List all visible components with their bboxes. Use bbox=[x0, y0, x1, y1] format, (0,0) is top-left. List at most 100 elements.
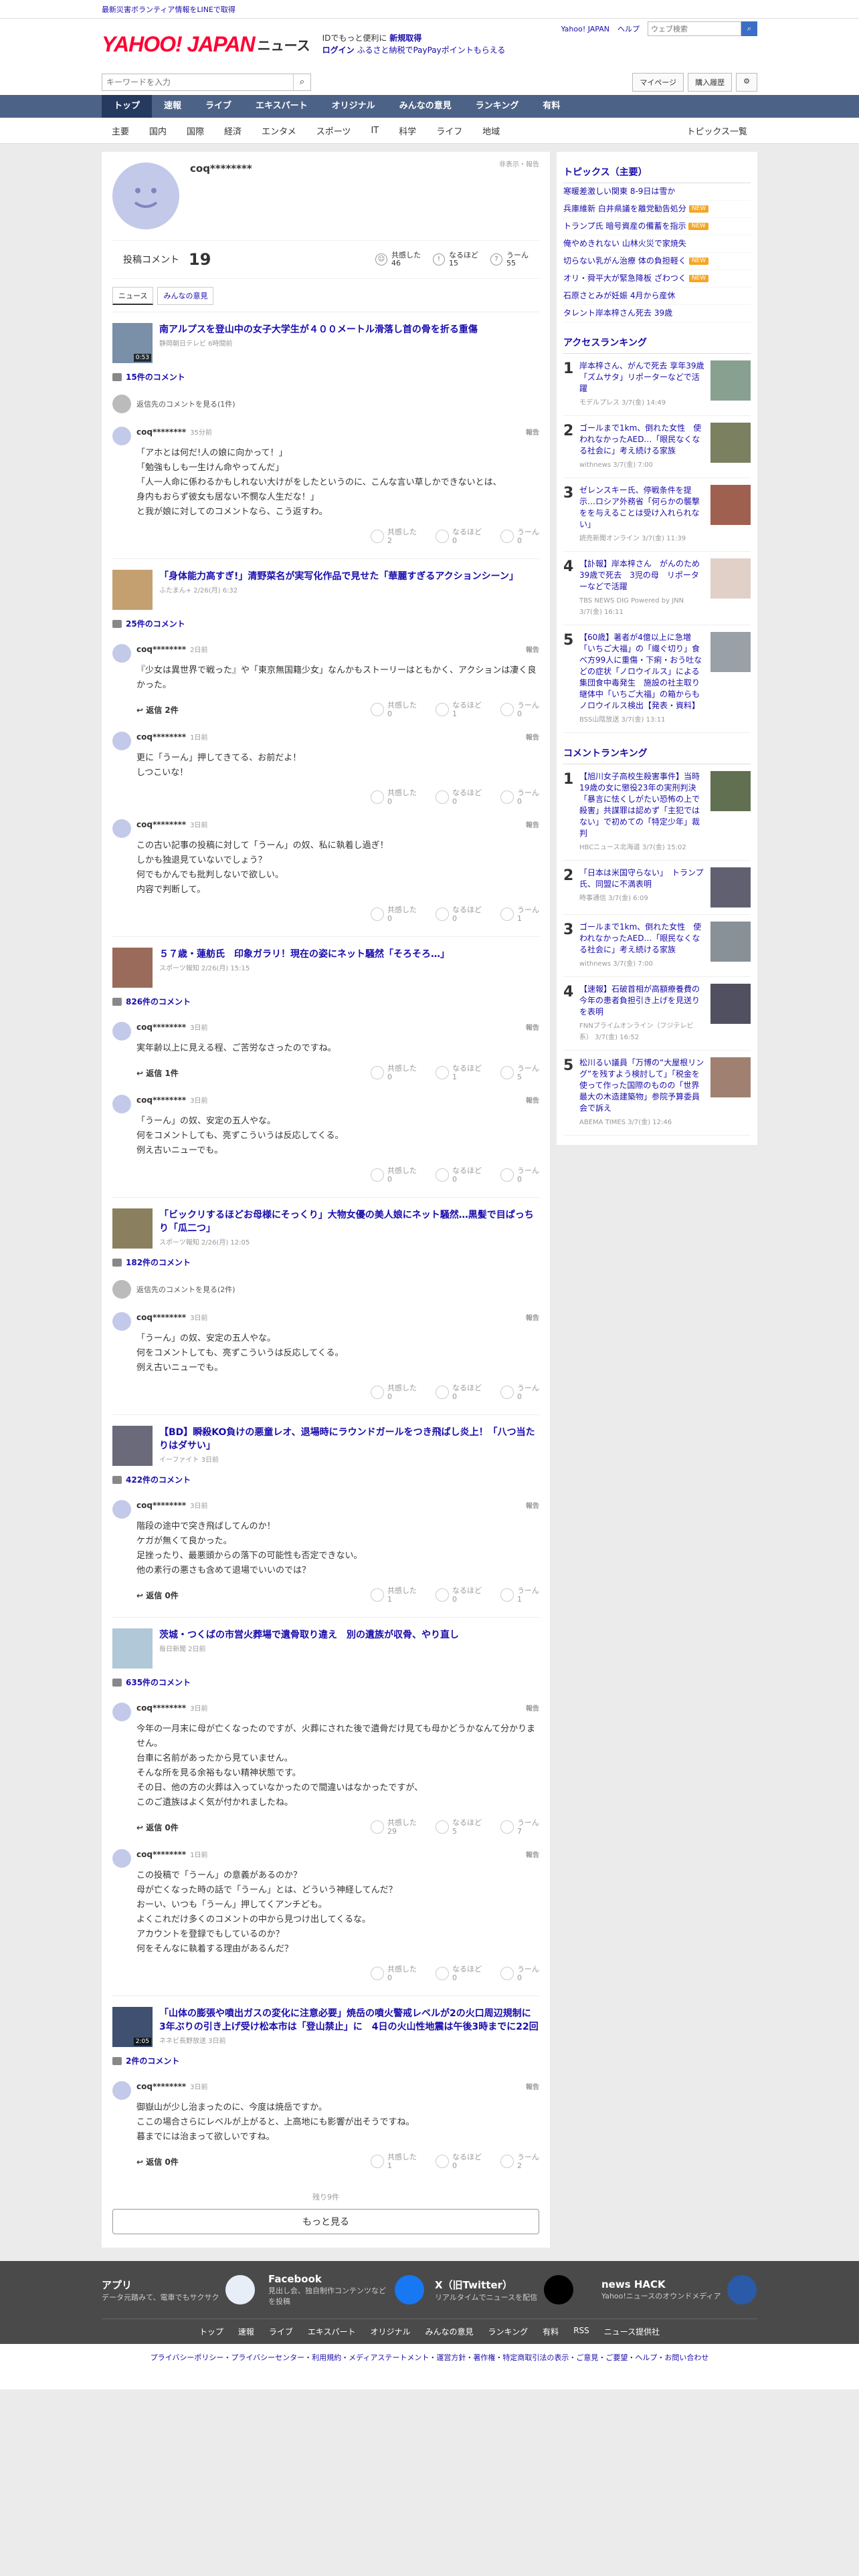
vote-button[interactable]: なるほど 5 bbox=[436, 1818, 482, 1836]
comment-count-link[interactable]: 635件のコメント bbox=[112, 1677, 539, 1688]
topic-item[interactable]: 石原さとみが妊娠 4月から産休 bbox=[563, 288, 751, 305]
footer-nav-item[interactable]: トップ bbox=[199, 2326, 223, 2337]
report-link[interactable]: 報告 bbox=[526, 1095, 539, 1105]
help-link[interactable]: ヘルプ bbox=[617, 23, 640, 34]
hide-report-link[interactable]: 非表示・報告 bbox=[499, 158, 539, 169]
footer-app-link[interactable]: news HACK Yahoo!ニュースのオウンドメディア bbox=[601, 2273, 757, 2306]
subnav-item[interactable]: ライフ bbox=[426, 124, 472, 137]
comment-ranking-item[interactable]: 2 「日本は米国守らない」 トランプ氏、同盟に不満表明 時事通信 3/7(金) 6:… bbox=[563, 861, 751, 915]
vote-button[interactable]: 共感した 0 bbox=[371, 905, 417, 923]
vote-button[interactable]: 共感した 0 bbox=[371, 1384, 417, 1401]
subnav-item[interactable]: エンタメ bbox=[252, 124, 306, 137]
vote-button[interactable]: うーん 0 bbox=[500, 1965, 539, 1982]
tab-news[interactable]: ニュース bbox=[112, 287, 154, 305]
parent-comment-link[interactable]: 返信先のコメントを見る(1件) bbox=[112, 389, 539, 419]
reply-button[interactable]: ↩ 返信 1件 bbox=[136, 1067, 179, 1079]
comment-count-link[interactable]: 15件のコメント bbox=[112, 371, 539, 383]
topic-item[interactable]: トランプ氏 暗号資産の備蓄を指示 NEW bbox=[563, 218, 751, 235]
report-link[interactable]: 報告 bbox=[526, 1849, 539, 1859]
vote-button[interactable]: うーん 0 bbox=[500, 1166, 539, 1184]
comment-ranking-item[interactable]: 1 【旭川女子高校生殺害事件】当時19歳の女に懲役23年の実刑判決「暴言に怯くしが… bbox=[563, 764, 751, 861]
comment-count-link[interactable]: 422件のコメント bbox=[112, 1474, 539, 1485]
footer-nav-item[interactable]: ニュース提供社 bbox=[604, 2326, 660, 2337]
search-icon[interactable]: ⌕ bbox=[293, 74, 310, 90]
topic-item[interactable]: 切らない乳がん治療 体の負担軽く NEW bbox=[563, 253, 751, 270]
subnav-item[interactable]: 国際 bbox=[177, 124, 214, 137]
reply-button[interactable]: ↩ 返信 0件 bbox=[136, 2156, 179, 2167]
vote-button[interactable]: なるほど 1 bbox=[436, 701, 482, 718]
article-title-link[interactable]: 「身体能力高すぎ!」清野菜名が実写化作品で見せた「華麗すぎるアクションシーン」 bbox=[159, 571, 518, 582]
report-link[interactable]: 報告 bbox=[526, 732, 539, 742]
footer-nav-item[interactable]: 有料 bbox=[543, 2326, 559, 2337]
topics-list-link[interactable]: トピックス一覧 bbox=[676, 124, 757, 137]
access-ranking-item[interactable]: 3 ゼレンスキー氏、停戦条件を提示…ロシア外務省「何らかの襲撃をを与えることは受け… bbox=[563, 478, 751, 552]
vote-button[interactable]: 共感した 29 bbox=[371, 1818, 417, 1836]
topic-item[interactable]: 兵庫維新 白井県議を離党勧告処分 NEW bbox=[563, 201, 751, 218]
footer-nav-item[interactable]: RSS bbox=[573, 2326, 589, 2337]
article-thumbnail[interactable] bbox=[112, 948, 153, 988]
vote-button[interactable]: なるほど 0 bbox=[436, 905, 482, 923]
article-thumbnail[interactable] bbox=[112, 570, 153, 610]
gnav-item[interactable]: エキスパート bbox=[244, 95, 320, 118]
load-more-button[interactable]: もっと見る bbox=[112, 2209, 539, 2234]
footer-nav-item[interactable]: オリジナル bbox=[371, 2326, 411, 2337]
vote-button[interactable]: なるほど 0 bbox=[436, 1384, 482, 1401]
vote-button[interactable]: なるほど 0 bbox=[436, 1586, 482, 1604]
access-ranking-item[interactable]: 2 ゴールまで1km、倒れた女性 使われなかったAED…「眼民なくなる社会に」考え… bbox=[563, 416, 751, 478]
gnav-item[interactable]: みんなの意見 bbox=[387, 95, 464, 118]
report-link[interactable]: 報告 bbox=[526, 2081, 539, 2091]
web-search-input[interactable] bbox=[648, 21, 741, 36]
article-title-link[interactable]: 茨城・つくばの市営火葬場で遺骨取り違え 別の遺族が収骨、やり直し bbox=[159, 1630, 459, 1640]
signup-link[interactable]: 新規取得 bbox=[389, 33, 421, 43]
vote-button[interactable]: なるほど 0 bbox=[436, 2153, 482, 2170]
vote-button[interactable]: うーん 2 bbox=[500, 2153, 539, 2170]
gnav-item[interactable]: 有料 bbox=[531, 95, 572, 118]
access-ranking-item[interactable]: 4 【訃報】岸本梓さん がんのため39歳で死去 3児の母 リポーターなどで活躍 TB… bbox=[563, 552, 751, 625]
reply-button[interactable]: ↩ 返信 0件 bbox=[136, 1590, 179, 1601]
vote-button[interactable]: うーん 0 bbox=[500, 528, 539, 545]
footer-nav-item[interactable]: みんなの意見 bbox=[425, 2326, 474, 2337]
vote-button[interactable]: うーん 7 bbox=[500, 1818, 539, 1836]
vote-button[interactable]: 共感した 0 bbox=[371, 1064, 417, 1081]
vote-button[interactable]: なるほど 0 bbox=[436, 1965, 482, 1982]
access-ranking-item[interactable]: 1 岸本梓さん、がんで死去 享年39歳「ズムサタ」リポーターなどで活躍 モデルプレス… bbox=[563, 354, 751, 416]
gnav-item[interactable]: オリジナル bbox=[320, 95, 387, 118]
vote-button[interactable]: 共感した 2 bbox=[371, 528, 417, 545]
tab-opinions[interactable]: みんなの意見 bbox=[157, 287, 214, 305]
article-title-link[interactable]: ５７歳・蓮舫氏 印象ガラリ！現在の姿にネット騒然「そろそろ…」 bbox=[159, 949, 450, 960]
vote-button[interactable]: なるほど 0 bbox=[436, 528, 482, 545]
subnav-item[interactable]: IT bbox=[361, 126, 389, 136]
access-ranking-item[interactable]: 5 【60歳】著者が4億以上に急増「いちご大福」の「繊ぐ切り」食べ方99人に重傷・… bbox=[563, 625, 751, 733]
article-thumbnail[interactable]: 0:53 bbox=[112, 323, 153, 363]
article-title-link[interactable]: 南アルプスを登山中の女子大学生が４００メートル滑落し首の骨を折る重傷 bbox=[159, 324, 478, 335]
footer-app-link[interactable]: X（旧Twitter） リアルタイムでニュースを配信 bbox=[435, 2273, 591, 2306]
vote-button[interactable]: うーん 0 bbox=[500, 701, 539, 718]
keyword-input[interactable] bbox=[102, 74, 293, 90]
vote-button[interactable]: なるほど 1 bbox=[436, 1064, 482, 1081]
article-thumbnail[interactable] bbox=[112, 1628, 153, 1669]
gnav-item[interactable]: 速報 bbox=[152, 95, 193, 118]
comment-count-link[interactable]: 182件のコメント bbox=[112, 1257, 539, 1268]
footer-nav-item[interactable]: ランキング bbox=[488, 2326, 529, 2337]
comment-ranking-item[interactable]: 3 ゴールまで1km、倒れた女性 使われなかったAED…「眼民なくなる社会に」考え… bbox=[563, 915, 751, 977]
purchase-history-button[interactable]: 購入履歴 bbox=[688, 73, 733, 92]
legal-links[interactable]: プライバシーポリシー・プライバシーセンター・利用規約・メディアステートメント・運… bbox=[0, 2352, 859, 2364]
comment-ranking-item[interactable]: 5 松川るい議員「万博の“大屋根リング”を残すよう検討して」「税金を使って作った国… bbox=[563, 1051, 751, 1136]
vote-button[interactable]: 共感した 0 bbox=[371, 1166, 417, 1184]
topic-item[interactable]: 寒暖差激しい関東 8-9日は雪か bbox=[563, 183, 751, 201]
footer-nav-item[interactable]: ライブ bbox=[269, 2326, 293, 2337]
article-title-link[interactable]: 「山体の膨張や噴出ガスの変化に注意必要」焼岳の噴火警戒レベルが2の火口周辺規制に… bbox=[159, 2008, 541, 2032]
vote-button[interactable]: 共感した 1 bbox=[371, 2153, 417, 2170]
article-thumbnail[interactable]: 2:05 bbox=[112, 2007, 153, 2047]
gnav-item[interactable]: トップ bbox=[102, 95, 153, 118]
gear-icon[interactable]: ⚙ bbox=[736, 73, 757, 92]
report-link[interactable]: 報告 bbox=[526, 819, 539, 829]
footer-nav-item[interactable]: エキスパート bbox=[308, 2326, 356, 2337]
gnav-item[interactable]: ランキング bbox=[464, 95, 531, 118]
subnav-item[interactable]: 地域 bbox=[472, 124, 510, 137]
vote-button[interactable]: 共感した 0 bbox=[371, 788, 417, 806]
vote-button[interactable]: なるほど 0 bbox=[436, 1166, 482, 1184]
vote-button[interactable]: うーん 1 bbox=[500, 1586, 539, 1604]
comment-count-link[interactable]: 826件のコメント bbox=[112, 996, 539, 1007]
vote-button[interactable]: うーん 0 bbox=[500, 1384, 539, 1401]
